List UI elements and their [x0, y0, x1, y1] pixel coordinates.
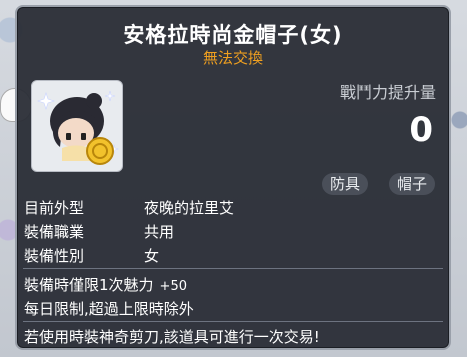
character-hat-icon	[37, 90, 119, 165]
divider	[23, 268, 443, 269]
detail-key: 目前外型	[24, 199, 85, 217]
charm-bonus: +50	[159, 279, 187, 294]
detail-row-job: 裝備職業 共用	[24, 221, 174, 242]
detail-value: 夜晚的拉里艾	[144, 199, 235, 217]
charm-limit-text: 裝備時僅限1次魅力	[24, 276, 154, 294]
item-tooltip: 安格拉時尚金帽子(女) 無法交換 戰鬥力提升量 0 防具 帽子 目前外型夜晚的拉…	[15, 5, 451, 350]
scissor-note: 若使用時裝神奇剪刀,該道具可進行一次交易!	[24, 328, 320, 346]
detail-value: 共用	[144, 223, 175, 241]
trade-status: 無法交換	[202, 49, 263, 67]
combat-power-value: 0	[409, 110, 433, 150]
detail-row-gender: 裝備性別 女	[24, 245, 159, 266]
divider	[23, 321, 443, 322]
item-icon	[31, 80, 123, 172]
charm-limit: 裝備時僅限1次魅力 +50	[24, 274, 187, 295]
daily-limit: 每日限制,超過上限時除外	[24, 300, 194, 318]
detail-key: 裝備性別	[24, 247, 85, 265]
combat-power-label: 戰鬥力提升量	[339, 83, 436, 102]
detail-value: 女	[144, 247, 160, 265]
tag-hat: 帽子	[389, 173, 436, 195]
item-title: 安格拉時尚金帽子(女)	[123, 23, 343, 47]
detail-row-appearance: 目前外型 夜晚的拉里艾	[24, 197, 234, 218]
tag-armor: 防具	[322, 173, 369, 195]
detail-key: 裝備職業	[24, 223, 85, 241]
